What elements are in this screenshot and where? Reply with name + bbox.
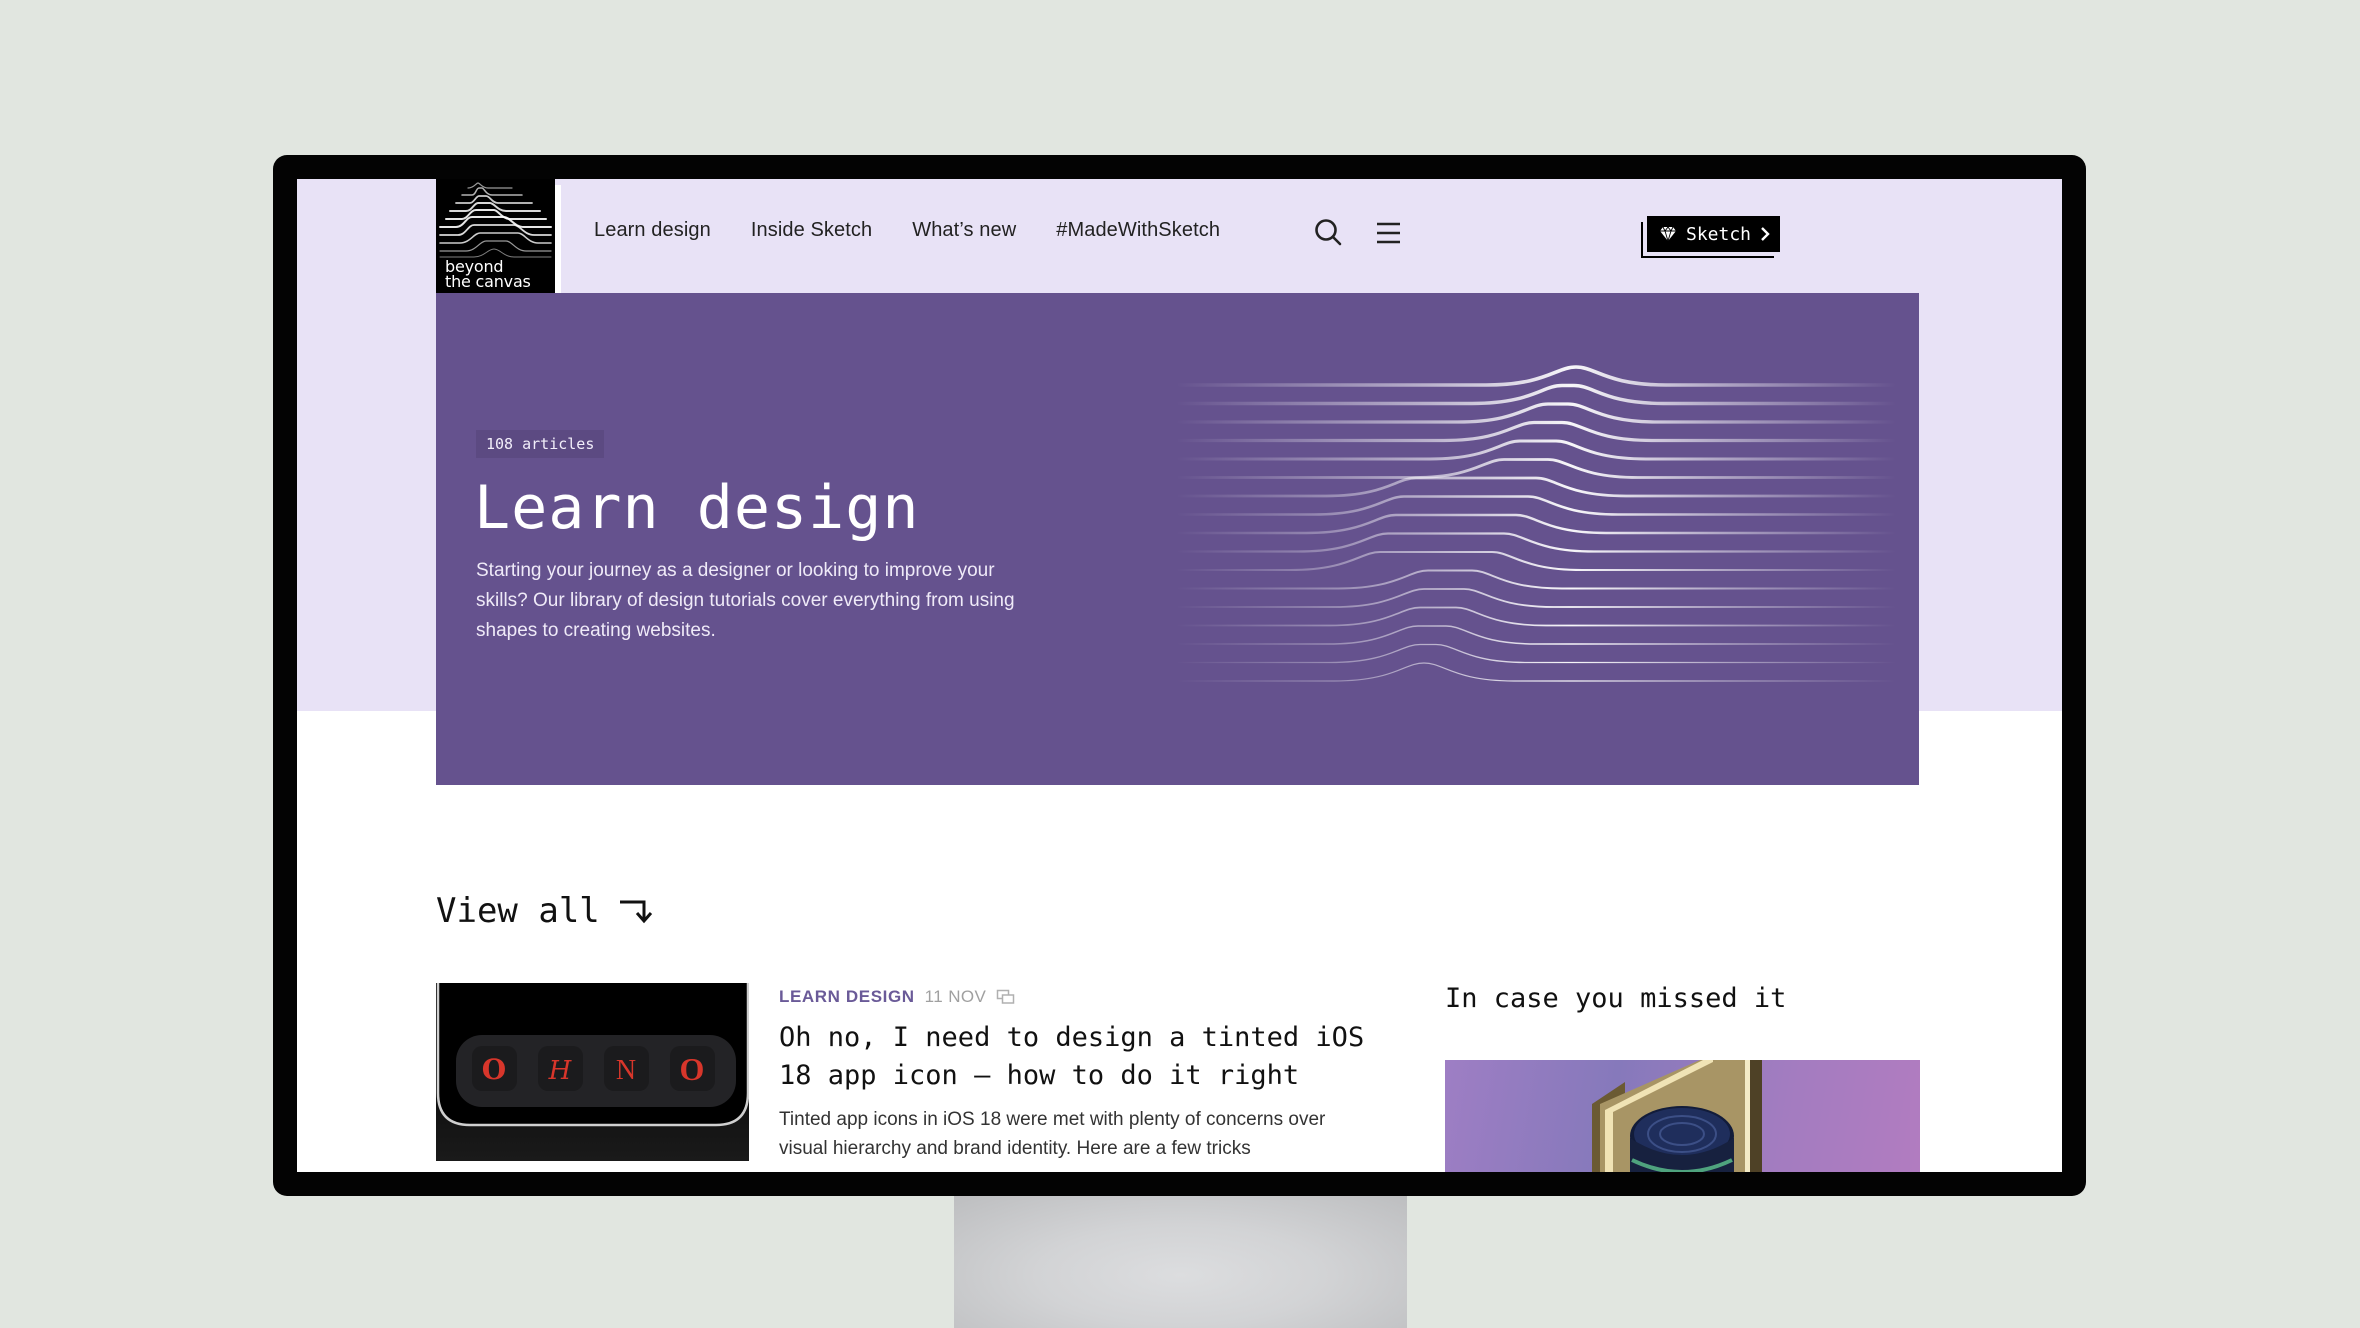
nav-item-whats-new[interactable]: What’s new (912, 219, 1016, 242)
view-all-label: View all (436, 891, 600, 931)
article-title[interactable]: Oh no, I need to design a tinted iOS 18 … (779, 1019, 1379, 1095)
nav-item-learn-design[interactable]: Learn design (594, 219, 711, 242)
thumb-letter-1: O (482, 1053, 506, 1086)
missed-article-image[interactable] (1445, 1060, 1920, 1172)
wave-line (1176, 550, 1896, 572)
article-thumbnail[interactable]: O H N O (436, 983, 749, 1161)
wave-line (1176, 643, 1896, 664)
hero-description: Starting your journey as a designer or l… (476, 560, 1015, 641)
monitor-frame: beyond the canvas Learn design Inside Sk… (273, 155, 2086, 1196)
wave-line (1176, 383, 1896, 406)
monitor-stand (954, 1196, 1407, 1328)
article-excerpt: Tinted app icons in iOS 18 were met with… (779, 1109, 1326, 1159)
wave-line (1176, 625, 1896, 645)
diamond-icon (1660, 226, 1676, 242)
wave-line (1176, 569, 1896, 590)
article-date: 11 NOV (924, 987, 987, 1006)
wave-line (1176, 532, 1896, 553)
wave-line (1176, 476, 1896, 498)
arrow-turn-down-icon (619, 900, 652, 924)
thumb-letter-4: O (680, 1051, 705, 1087)
sketch-button[interactable]: Sketch (1647, 216, 1781, 252)
wave-line (1176, 495, 1896, 516)
chevron-right-icon (1761, 227, 1770, 241)
wave-line (1176, 402, 1896, 424)
browser-viewport: beyond the canvas Learn design Inside Sk… (297, 179, 2062, 1172)
thumb-letter-3: N (616, 1055, 636, 1086)
logo-text-line2: the canvas (445, 272, 531, 291)
search-icon (1315, 219, 1342, 246)
wave-line (1176, 439, 1896, 461)
article-meta: LEARN DESIGN 11 NOV (779, 987, 1016, 1007)
wave-line (1176, 365, 1896, 387)
main-nav: Learn design Inside Sketch What’s new #M… (594, 219, 1260, 242)
page-title: Learn design (474, 473, 920, 543)
hero-banner: 108 articles Learn design Starting your … (436, 293, 1919, 785)
sketch-button-label: Sketch (1686, 223, 1752, 245)
tin-can-illustration (1592, 1060, 1762, 1172)
gallery-icon (997, 989, 1015, 1004)
logo-text: beyond the canvas (445, 259, 531, 291)
article-count-badge: 108 articles (476, 430, 605, 458)
search-button[interactable] (1313, 217, 1345, 249)
wave-pyramid-illustration (1176, 365, 1896, 682)
ohno-app-icons-image: O H N O (436, 983, 749, 1161)
hamburger-menu-icon (1377, 222, 1400, 244)
thumb-letter-2: H (548, 1056, 573, 1086)
article-category[interactable]: LEARN DESIGN (779, 987, 915, 1007)
wave-line (1176, 606, 1896, 627)
wave-line (1176, 513, 1896, 535)
wave-line (1176, 458, 1896, 479)
view-all-link[interactable]: View all (436, 891, 654, 931)
in-case-you-missed-it-heading: In case you missed it (1445, 983, 1787, 1014)
nav-item-made-with-sketch[interactable]: #MadeWithSketch (1056, 219, 1220, 242)
wave-line (1176, 662, 1896, 682)
nav-item-inside-sketch[interactable]: Inside Sketch (751, 219, 872, 242)
menu-button[interactable] (1373, 217, 1405, 249)
wave-line (1176, 588, 1896, 608)
site-logo[interactable]: beyond the canvas (436, 179, 555, 293)
wave-line (1176, 420, 1896, 443)
